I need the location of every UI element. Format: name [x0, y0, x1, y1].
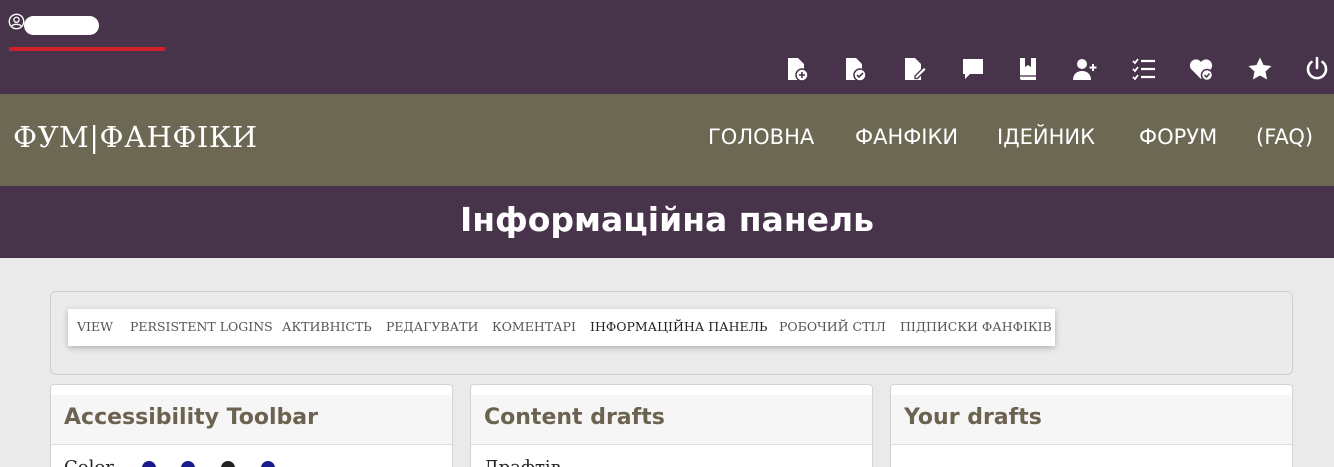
user-menu-underline: [9, 47, 165, 51]
my-content-icon[interactable]: [840, 54, 870, 84]
bookmarks-icon[interactable]: [1013, 54, 1043, 84]
content-drafts-panel: Content drafts Драфтів: [470, 384, 873, 467]
tab-dashboard[interactable]: ІНФОРМАЦІЙНА ПАНЕЛЬ: [590, 319, 767, 334]
accessibility-toolbar-panel: Accessibility Toolbar Color: [50, 384, 453, 467]
add-content-icon[interactable]: [782, 54, 812, 84]
tab-fanfic-subscriptions[interactable]: ПІДПИСКИ ФАНФІКІВ: [900, 319, 1052, 334]
tab-workspace[interactable]: РОБОЧИЙ СТІЛ: [779, 319, 886, 334]
star-icon[interactable]: [1245, 54, 1275, 84]
nav-fanfics[interactable]: ФАНФІКИ: [855, 125, 958, 149]
user-name[interactable]: user: [24, 16, 99, 35]
favorites-icon[interactable]: [1186, 54, 1216, 84]
color-swatch[interactable]: [260, 461, 275, 467]
tab-persistent-logins[interactable]: PERSISTENT LOGINS: [130, 319, 273, 334]
color-swatch[interactable]: [181, 461, 196, 467]
user-icon[interactable]: [8, 13, 25, 30]
nav-home[interactable]: ГОЛОВНА: [708, 125, 814, 149]
tab-comments[interactable]: КОМЕНТАРІ: [492, 319, 576, 334]
logout-icon[interactable]: [1302, 54, 1332, 84]
nav-ideas[interactable]: ІДЕЙНИК: [997, 125, 1095, 149]
tab-edit[interactable]: РЕДАГУВАТИ: [386, 319, 478, 334]
checklist-icon[interactable]: [1129, 54, 1159, 84]
panel-title: Content drafts: [484, 405, 665, 430]
color-swatch[interactable]: [141, 461, 156, 467]
site-logo[interactable]: ФУМ|ФАНФІКИ: [13, 120, 258, 154]
add-friend-icon[interactable]: [1070, 54, 1100, 84]
panel-body: Драфтів: [484, 457, 561, 467]
your-drafts-panel: Your drafts: [890, 384, 1293, 467]
nav-forum[interactable]: ФОРУМ: [1139, 125, 1217, 149]
color-label: Color: [64, 457, 114, 467]
tab-view[interactable]: VIEW: [77, 319, 113, 334]
panel-title: Accessibility Toolbar: [64, 405, 318, 430]
panel-title: Your drafts: [904, 405, 1042, 430]
page-title: Інформаційна панель: [459, 200, 875, 239]
color-swatch[interactable]: [221, 461, 236, 467]
tab-activity[interactable]: АКТИВНІСТЬ: [282, 319, 372, 334]
edit-content-icon[interactable]: [900, 54, 930, 84]
comments-icon[interactable]: [958, 54, 988, 84]
user-toolbar: [0, 54, 1334, 84]
nav-faq[interactable]: (FAQ): [1256, 125, 1313, 149]
panel-body: Color: [64, 457, 275, 467]
